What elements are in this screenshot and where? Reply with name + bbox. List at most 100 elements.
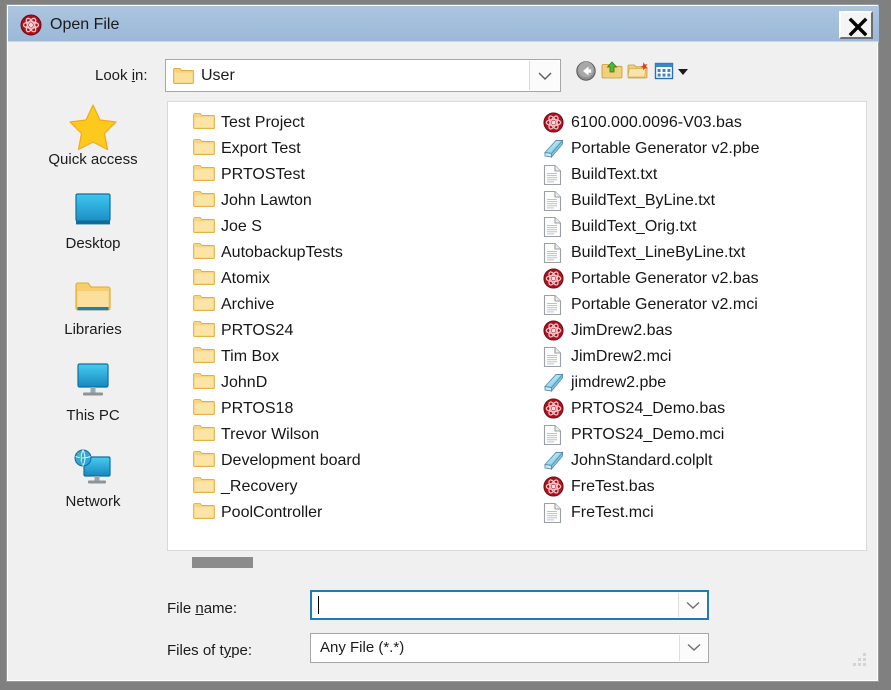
list-item-label: Portable Generator v2.bas xyxy=(571,270,759,287)
list-item-label: Development board xyxy=(221,452,361,469)
text-caret xyxy=(318,596,319,614)
list-item[interactable]: Portable Generator v2.bas xyxy=(543,266,760,292)
list-item-label: Joe S xyxy=(221,218,262,235)
list-item[interactable]: JimDrew2.mci xyxy=(543,344,760,370)
folder-icon xyxy=(193,476,215,498)
list-item-label: jimdrew2.pbe xyxy=(571,374,667,391)
list-item[interactable]: Archive xyxy=(193,292,361,318)
horizontal-scrollbar[interactable] xyxy=(167,555,867,569)
file-column: 6100.000.0096-V03.bas Portable Generator … xyxy=(543,110,760,526)
list-item-label: Trevor Wilson xyxy=(221,426,320,443)
resize-grip[interactable] xyxy=(850,650,868,673)
list-item[interactable]: Export Test xyxy=(193,136,361,162)
folder-icon xyxy=(193,294,215,316)
bas-atom-icon xyxy=(543,476,565,498)
list-item-label: Export Test xyxy=(221,140,301,157)
up-folder-icon[interactable] xyxy=(601,60,623,82)
list-item-label: Portable Generator v2.mci xyxy=(571,296,758,313)
sidebar-item-label: Quick access xyxy=(48,151,138,168)
pbe-book-icon xyxy=(543,372,565,394)
sidebar-item-libraries[interactable]: Libraries xyxy=(24,271,162,338)
list-item-label: John Lawton xyxy=(221,192,312,209)
list-item-label: PRTOSTest xyxy=(221,166,305,183)
list-item-label: Test Project xyxy=(221,114,305,131)
list-item[interactable]: John Lawton xyxy=(193,188,361,214)
list-item-label: BuildText.txt xyxy=(571,166,658,183)
list-item[interactable]: PRTOS24_Demo.mci xyxy=(543,422,760,448)
file-name-input[interactable] xyxy=(310,590,709,620)
list-item-label: PRTOS24_Demo.mci xyxy=(571,426,725,443)
file-name-label: File name: xyxy=(167,600,238,617)
sidebar-item-label: Desktop xyxy=(65,235,121,252)
file-name-dropdown-button[interactable] xyxy=(678,593,706,617)
places-sidebar: Quick access Desktop Libraries This PC N… xyxy=(24,101,162,551)
list-item[interactable]: PRTOSTest xyxy=(193,162,361,188)
monitor-icon xyxy=(24,357,162,405)
back-arrow-icon[interactable] xyxy=(575,60,597,82)
list-item[interactable]: FreTest.bas xyxy=(543,474,760,500)
list-item-label: JohnD xyxy=(221,374,268,391)
list-item[interactable]: BuildText.txt xyxy=(543,162,760,188)
list-item[interactable]: PRTOS24 xyxy=(193,318,361,344)
scrollbar-thumb[interactable] xyxy=(192,557,253,568)
list-item[interactable]: PRTOS18 xyxy=(193,396,361,422)
list-item[interactable]: _Recovery xyxy=(193,474,361,500)
list-item-label: JimDrew2.bas xyxy=(571,322,673,339)
new-folder-icon[interactable] xyxy=(627,60,649,82)
bas-atom-icon xyxy=(543,320,565,342)
list-item[interactable]: PoolController xyxy=(193,500,361,526)
sidebar-item-quick-access[interactable]: Quick access xyxy=(24,101,162,168)
list-item-label: PoolController xyxy=(221,504,323,521)
bas-atom-icon xyxy=(543,268,565,290)
view-grid-icon[interactable] xyxy=(653,60,675,82)
look-in-combobox[interactable]: User xyxy=(165,59,561,92)
list-item[interactable]: jimdrew2.pbe xyxy=(543,370,760,396)
atom-badge-icon xyxy=(20,14,42,36)
look-in-value: User xyxy=(201,67,235,84)
folder-icon xyxy=(193,190,215,212)
sidebar-item-label: Network xyxy=(65,493,121,510)
list-item[interactable]: Test Project xyxy=(193,110,361,136)
folder-column: Test Project Export Test PRTOSTest John Law… xyxy=(193,110,361,526)
folder-icon xyxy=(193,450,215,472)
list-item-label: AutobackupTests xyxy=(221,244,343,261)
look-in-dropdown-button[interactable] xyxy=(529,61,559,90)
sidebar-item-network[interactable]: Network xyxy=(24,443,162,510)
list-item[interactable]: AutobackupTests xyxy=(193,240,361,266)
list-item[interactable]: BuildText_ByLine.txt xyxy=(543,188,760,214)
sidebar-item-desktop[interactable]: Desktop xyxy=(24,185,162,252)
list-item[interactable]: FreTest.mci xyxy=(543,500,760,526)
sidebar-item-label: This PC xyxy=(66,407,120,424)
files-of-type-dropdown-button[interactable] xyxy=(679,635,707,661)
close-button[interactable] xyxy=(839,11,873,39)
folder-icon xyxy=(193,268,215,290)
list-item[interactable]: Tim Box xyxy=(193,344,361,370)
list-item-label: JohnStandard.colplt xyxy=(571,452,713,469)
list-item[interactable]: Development board xyxy=(193,448,361,474)
list-item[interactable]: JimDrew2.bas xyxy=(543,318,760,344)
list-item[interactable]: 6100.000.0096-V03.bas xyxy=(543,110,760,136)
caret-down-icon[interactable] xyxy=(675,60,691,82)
list-item[interactable]: Atomix xyxy=(193,266,361,292)
list-item[interactable]: JohnD xyxy=(193,370,361,396)
list-item-label: Archive xyxy=(221,296,275,313)
folder-icon xyxy=(193,138,215,160)
list-item[interactable]: Trevor Wilson xyxy=(193,422,361,448)
list-item[interactable]: PRTOS24_Demo.bas xyxy=(543,396,760,422)
list-item[interactable]: Joe S xyxy=(193,214,361,240)
list-item[interactable]: JohnStandard.colplt xyxy=(543,448,760,474)
file-list-panel[interactable]: Test Project Export Test PRTOSTest John Law… xyxy=(167,101,867,551)
folder-icon xyxy=(193,346,215,368)
folder-icon xyxy=(193,242,215,264)
list-item[interactable]: Portable Generator v2.mci xyxy=(543,292,760,318)
text-document-icon xyxy=(543,424,565,446)
list-item[interactable]: BuildText_Orig.txt xyxy=(543,214,760,240)
list-item[interactable]: BuildText_LineByLine.txt xyxy=(543,240,760,266)
files-of-type-combobox[interactable]: Any File (*.*) xyxy=(310,633,709,663)
text-document-icon xyxy=(543,190,565,212)
list-item[interactable]: Portable Generator v2.pbe xyxy=(543,136,760,162)
folder-icon xyxy=(193,502,215,524)
folder-icon xyxy=(193,372,215,394)
files-of-type-label: Files of type: xyxy=(167,642,253,659)
sidebar-item-this-pc[interactable]: This PC xyxy=(24,357,162,424)
